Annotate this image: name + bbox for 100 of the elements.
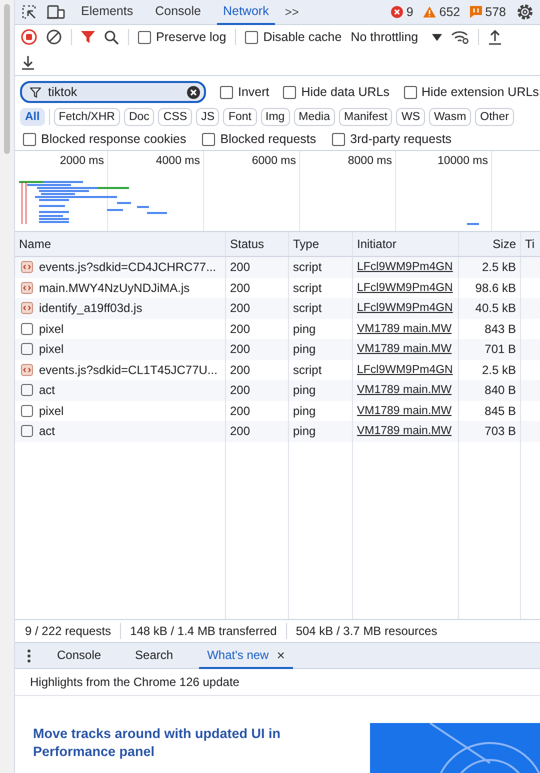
- initiator-link[interactable]: LFcl9WM9Pm4GN: [357, 261, 453, 274]
- column-header[interactable]: Status: [226, 232, 289, 256]
- checkbox-label: Hide extension URLs: [422, 85, 539, 99]
- checkbox-label: 3rd-party requests: [350, 132, 452, 146]
- checkbox[interactable]: [283, 86, 296, 98]
- drawer-tab[interactable]: What's new ×: [199, 642, 293, 668]
- file-icon: [21, 404, 33, 417]
- inspect-element-icon[interactable]: [21, 4, 37, 20]
- download-icon[interactable]: [21, 54, 35, 70]
- issue-icon: [470, 6, 482, 18]
- panel-tab[interactable]: Console: [149, 0, 207, 25]
- clear-icon[interactable]: [46, 29, 62, 45]
- type-filter-chip[interactable]: Manifest: [339, 108, 392, 126]
- script-file-icon: [21, 302, 33, 314]
- type-filter-chip[interactable]: Fetch/XHR: [54, 108, 120, 126]
- more-tabs-button[interactable]: >>: [284, 5, 299, 19]
- initiator-link[interactable]: LFcl9WM9Pm4GN: [357, 364, 453, 376]
- checkbox-label: Blocked requests: [220, 132, 316, 146]
- column-header[interactable]: Initiator: [353, 232, 459, 256]
- close-tab-button[interactable]: ×: [276, 646, 285, 662]
- column-header[interactable]: Name: [15, 232, 226, 256]
- request-name[interactable]: act: [39, 383, 56, 398]
- tick-label: 6000 ms: [204, 151, 300, 231]
- type-cell: script: [289, 298, 353, 318]
- network-conditions-icon[interactable]: [451, 30, 470, 44]
- type-filter-chip[interactable]: All: [20, 108, 45, 126]
- checkbox[interactable]: [202, 132, 216, 146]
- warning-icon: [423, 6, 436, 18]
- status-cell: 200: [226, 298, 289, 318]
- search-icon[interactable]: [104, 30, 119, 44]
- checkbox-label: Invert: [238, 85, 270, 99]
- checkbox-label: Blocked response cookies: [41, 132, 186, 146]
- checkbox[interactable]: [404, 86, 417, 98]
- drawer-tab[interactable]: Console: [49, 644, 110, 668]
- checkbox[interactable]: [138, 30, 151, 44]
- type-filter-chip[interactable]: Doc: [124, 108, 154, 126]
- checkbox[interactable]: [23, 132, 36, 146]
- type-filter-chip[interactable]: Font: [223, 108, 256, 126]
- column-header[interactable]: Type: [289, 232, 353, 256]
- script-file-icon: [21, 364, 33, 376]
- request-name[interactable]: pixel: [39, 322, 64, 336]
- more-options-icon[interactable]: [27, 648, 31, 662]
- request-name[interactable]: pixel: [39, 342, 64, 356]
- record-icon[interactable]: [21, 29, 37, 45]
- type-filter-chip[interactable]: Media: [294, 108, 335, 126]
- drawer-tab[interactable]: Search: [127, 644, 182, 668]
- request-name[interactable]: act: [39, 424, 56, 438]
- request-name[interactable]: events.js?sdkid=CD4JCHRC77...: [39, 260, 216, 274]
- info-count: 578: [485, 5, 506, 19]
- type-filter-chip[interactable]: JS: [196, 108, 220, 126]
- type-cell: script: [289, 257, 353, 278]
- settings-icon[interactable]: [516, 3, 534, 21]
- checkbox[interactable]: [220, 86, 233, 98]
- initiator-link[interactable]: VM1789 main.MW: [357, 343, 452, 356]
- type-cell: ping: [289, 339, 353, 360]
- type-filter-chip[interactable]: Wasm: [429, 108, 472, 126]
- initiator-link[interactable]: LFcl9WM9Pm4GN: [357, 302, 453, 314]
- panel-tab[interactable]: Elements: [75, 0, 140, 25]
- file-icon: [21, 384, 33, 396]
- panel-tab[interactable]: Network: [216, 0, 275, 25]
- initiator-link[interactable]: VM1789 main.MW: [357, 404, 452, 417]
- filter-field[interactable]: tiktok: [20, 81, 206, 103]
- initiator-link[interactable]: VM1789 main.MW: [357, 322, 452, 335]
- column-header[interactable]: Ti: [521, 232, 540, 256]
- error-icon: [391, 6, 404, 18]
- type-filter-chip[interactable]: Other: [475, 108, 514, 126]
- clear-input-icon[interactable]: [187, 86, 200, 98]
- status-text: 504 kB / 3.7 MB resources: [296, 624, 438, 638]
- request-name[interactable]: events.js?sdkid=CL1T45JC77U...: [39, 362, 218, 377]
- initiator-link[interactable]: VM1789 main.MW: [357, 425, 452, 438]
- request-name[interactable]: main.MWY4NzUyNDJiMA.js: [39, 280, 190, 295]
- initiator-link[interactable]: VM1789 main.MW: [357, 384, 452, 396]
- file-icon: [21, 343, 33, 356]
- throttling-dropdown[interactable]: No throttling: [350, 30, 442, 44]
- article-heading[interactable]: Move tracks around with updated UI in Performance panel: [33, 723, 313, 761]
- request-name[interactable]: pixel: [39, 404, 64, 418]
- filter-icon[interactable]: [81, 30, 95, 44]
- filter-icon: [30, 86, 41, 98]
- size-cell: 701 B: [459, 339, 521, 360]
- type-filter-chip[interactable]: CSS: [158, 108, 192, 126]
- dropdown-arrow-icon: [432, 34, 442, 40]
- status-cell: 200: [226, 339, 289, 360]
- file-icon: [21, 322, 33, 335]
- status-text: 9 / 222 requests: [25, 624, 112, 638]
- warning-count: 652: [439, 5, 460, 19]
- device-toolbar-icon[interactable]: [47, 4, 65, 20]
- checkbox[interactable]: [332, 132, 346, 146]
- checkbox[interactable]: [245, 30, 258, 44]
- request-name[interactable]: identify_a19ff03d.js: [39, 301, 142, 316]
- upload-icon[interactable]: [488, 30, 502, 44]
- type-filter-chip[interactable]: Img: [260, 108, 290, 126]
- initiator-link[interactable]: LFcl9WM9Pm4GN: [357, 282, 453, 294]
- column-header[interactable]: Size: [459, 232, 521, 256]
- type-filter-chip[interactable]: WS: [396, 108, 425, 126]
- status-cell: 200: [226, 380, 289, 400]
- scrollbar-thumb[interactable]: [4, 4, 10, 154]
- update-subtitle: Highlights from the Chrome 126 update: [15, 669, 540, 696]
- type-cell: ping: [289, 380, 353, 400]
- size-cell: 2.5 kB: [459, 257, 521, 278]
- tick-label: 8000 ms: [300, 151, 396, 231]
